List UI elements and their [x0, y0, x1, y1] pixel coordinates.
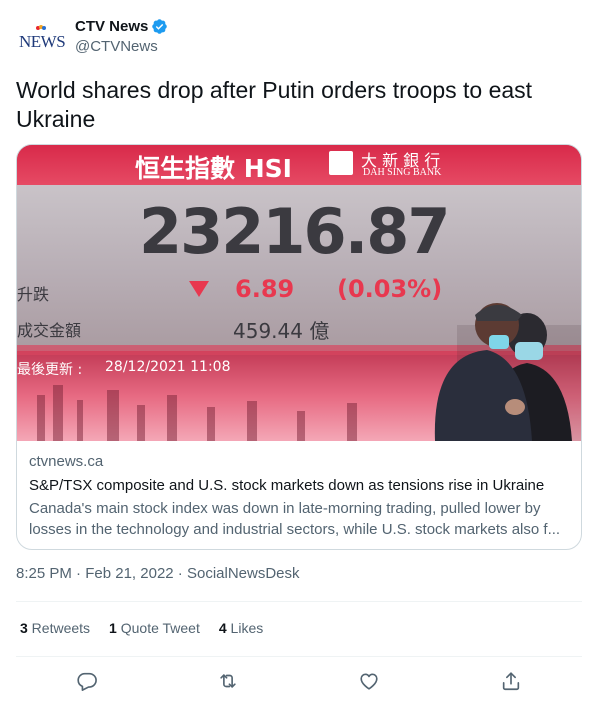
card-description: Canada's main stock index was down in la… — [29, 500, 561, 538]
down-arrow-icon — [189, 281, 209, 297]
share-button[interactable] — [497, 667, 525, 695]
turnover-value: 459.44 億 — [233, 319, 330, 343]
divider — [16, 656, 582, 657]
ctv-news-avatar[interactable]: NEWS — [19, 24, 66, 51]
tweet-stats: 3 Retweets 1 Quote Tweet 4 Likes — [20, 620, 282, 636]
share-icon — [502, 672, 520, 691]
quotes-label: Quote Tweet — [116, 620, 200, 636]
meta-separator: · — [71, 565, 86, 582]
change-percent: (0.03%) — [337, 275, 443, 303]
reply-icon — [77, 672, 97, 691]
tweet-time[interactable]: 8:25 PM — [16, 565, 72, 582]
card-title: S&P/TSX composite and U.S. stock markets… — [29, 477, 545, 494]
like-icon — [360, 673, 378, 690]
tweet-actions — [16, 667, 582, 695]
turnover-label: 成交金額 — [17, 321, 82, 340]
change-label: 升跌 — [17, 285, 50, 304]
author-block: CTV News @CTVNews — [75, 16, 168, 55]
retweets-stat[interactable]: 3 Retweets — [20, 620, 90, 636]
link-card[interactable]: 恒生指數 HSI 大 新 銀 行 DAH SING BANK 23216.87 … — [16, 144, 582, 550]
update-label: 最後更新 : — [17, 362, 83, 378]
display-name[interactable]: CTV News — [75, 18, 148, 35]
avatar-logo-text: NEWS — [19, 32, 66, 51]
quotes-count: 1 — [109, 620, 117, 636]
likes-count: 4 — [218, 620, 227, 636]
tweet-meta: 8:25 PM · Feb 21, 2022 · SocialNewsDesk — [16, 565, 300, 582]
change-value: 6.89 — [235, 275, 295, 303]
board-title: 恒生指數 HSI — [135, 154, 292, 183]
likes-label: Likes — [226, 620, 264, 636]
tweet-header: NEWS CTV News @CTVNews — [16, 14, 582, 58]
card-body: ctvnews.ca S&P/TSX composite and U.S. st… — [17, 441, 581, 540]
tweet-source[interactable]: SocialNewsDesk — [187, 565, 300, 582]
stock-board-photo — [17, 145, 581, 441]
handle[interactable]: @CTVNews — [75, 38, 168, 55]
likes-stat[interactable]: 4 Likes — [219, 620, 263, 636]
quote-tweets-stat[interactable]: 1 Quote Tweet — [109, 620, 200, 636]
like-button[interactable] — [355, 667, 383, 695]
index-value: 23216.87 — [139, 195, 451, 268]
retweet-icon — [220, 674, 236, 688]
divider — [16, 601, 582, 602]
ctv-logo-mark-icon — [36, 25, 46, 30]
retweet-button[interactable] — [214, 667, 242, 695]
verified-badge-icon — [152, 18, 168, 34]
retweets-count: 3 — [20, 620, 28, 636]
bank-name-en: DAH SING BANK — [363, 167, 442, 178]
update-time: 28/12/2021 11:08 — [105, 359, 231, 375]
card-domain: ctvnews.ca — [29, 453, 104, 470]
bank-logo-icon — [329, 151, 353, 175]
tweet-text: World shares drop after Putin orders tro… — [16, 77, 533, 132]
card-image[interactable]: 恒生指數 HSI 大 新 銀 行 DAH SING BANK 23216.87 … — [17, 145, 581, 441]
meta-separator: · — [173, 565, 187, 582]
reply-button[interactable] — [73, 667, 101, 695]
retweets-label: Retweets — [27, 620, 91, 636]
tweet-date[interactable]: Feb 21, 2022 — [85, 565, 173, 582]
